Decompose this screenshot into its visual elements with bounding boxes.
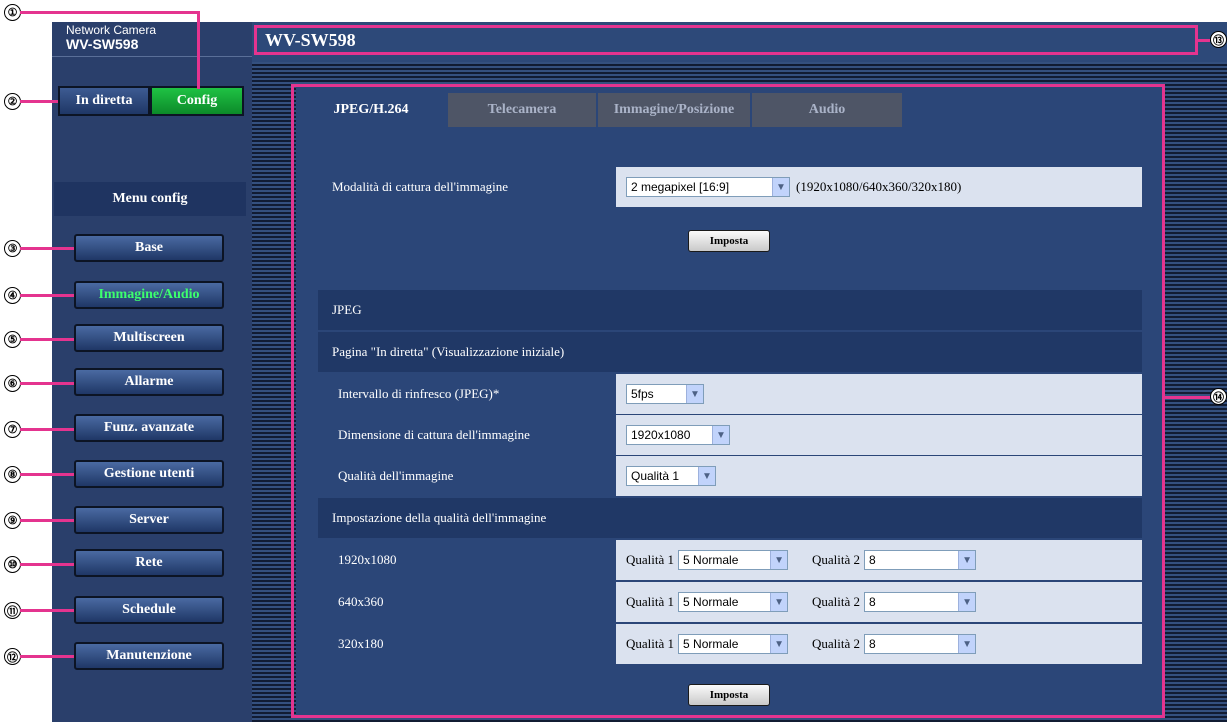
callout-10: ⑩: [4, 556, 21, 573]
menu-image-audio-button[interactable]: Immagine/Audio: [74, 281, 224, 309]
callout-1: ①: [4, 4, 21, 21]
menu-alarm-button[interactable]: Allarme: [74, 368, 224, 396]
callout-8: ⑧: [4, 466, 21, 483]
callout-6: ⑥: [4, 375, 21, 392]
camera-label: Network Camera: [66, 23, 157, 37]
callout-12: ⑫: [4, 648, 21, 665]
menu-multiscreen-button[interactable]: Multiscreen: [74, 324, 224, 352]
callout-line: [20, 294, 74, 297]
menu-title: Menu config: [54, 182, 246, 216]
callout-line: [20, 428, 74, 431]
divider: [52, 56, 252, 57]
callout-line: [20, 247, 74, 250]
camera-model: WV-SW598: [66, 36, 139, 52]
menu-advanced-button[interactable]: Funz. avanzate: [74, 414, 224, 442]
menu-user-management-button[interactable]: Gestione utenti: [74, 460, 224, 488]
callout-line: [197, 11, 200, 89]
live-button[interactable]: In diretta: [58, 86, 150, 116]
menu-base-button[interactable]: Base: [74, 234, 224, 262]
callout-7: ⑦: [4, 421, 21, 438]
callout-line: [20, 655, 74, 658]
callout-line: [20, 563, 74, 566]
callout-9: ⑨: [4, 512, 21, 529]
menu-server-button[interactable]: Server: [74, 506, 224, 534]
menu-schedule-button[interactable]: Schedule: [74, 596, 224, 624]
callout-line: [20, 338, 74, 341]
callout-5: ⑤: [4, 331, 21, 348]
callout-line: [1198, 39, 1210, 42]
menu-network-button[interactable]: Rete: [74, 549, 224, 577]
callout-2: ②: [4, 93, 21, 110]
callout-line: [20, 473, 74, 476]
callout-4: ④: [4, 287, 21, 304]
callout-11: ⑪: [4, 602, 21, 619]
callout-13: ⑬: [1210, 31, 1227, 48]
panel-highlight: [291, 84, 1165, 718]
callout-14: ⑭: [1210, 388, 1227, 405]
header-highlight: [254, 25, 1198, 55]
config-button[interactable]: Config: [150, 86, 244, 116]
callout-line: [20, 11, 200, 14]
callout-line: [20, 100, 58, 103]
callout-line: [20, 609, 74, 612]
callout-line: [1165, 396, 1210, 399]
callout-line: [20, 382, 74, 385]
menu-maintenance-button[interactable]: Manutenzione: [74, 642, 224, 670]
callout-3: ③: [4, 240, 21, 257]
callout-line: [20, 519, 74, 522]
